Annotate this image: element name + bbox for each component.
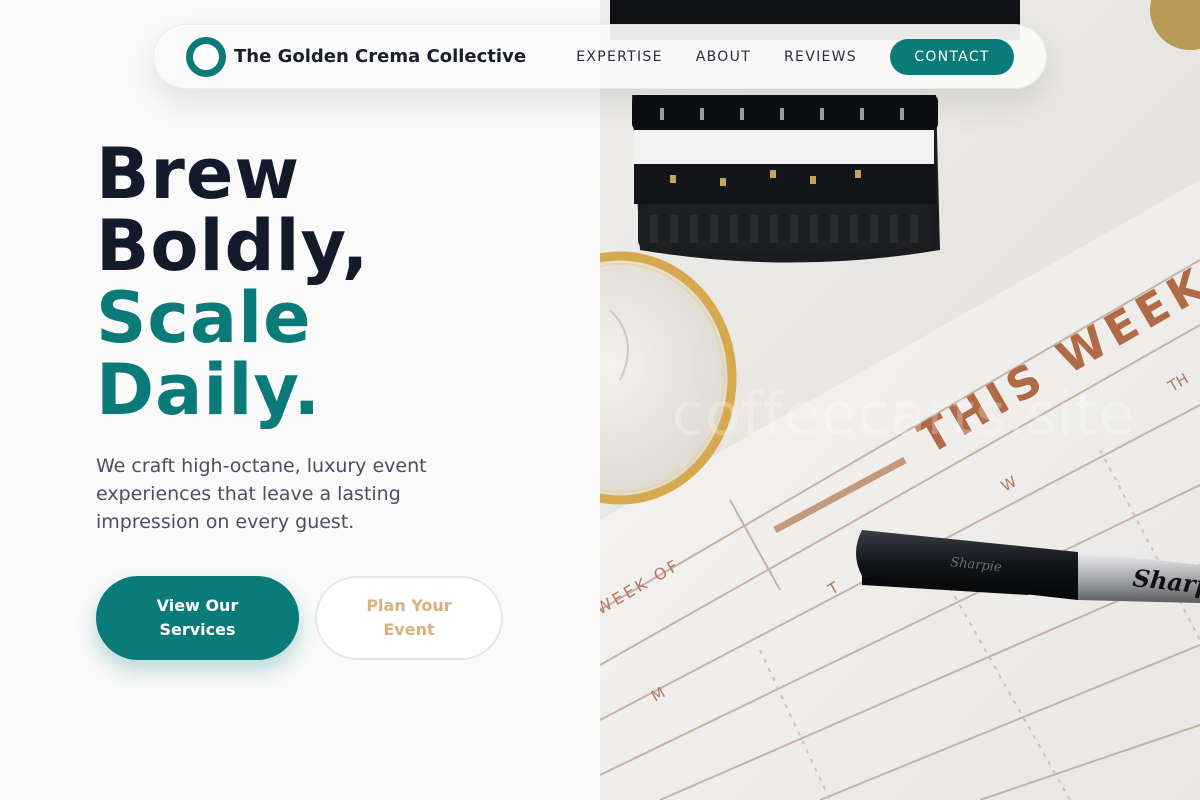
brand-logo-icon[interactable] — [186, 36, 226, 77]
view-services-label: View Our Services — [156, 596, 239, 639]
nav-link-reviews[interactable]: REVIEWS — [784, 49, 857, 65]
hero-title: Brew Boldly, Scale Daily. — [96, 138, 369, 426]
hero-title-line-2: Boldly, — [96, 205, 370, 287]
nav-links: EXPERTISE ABOUT REVIEWS — [576, 49, 857, 65]
nav-link-about[interactable]: ABOUT — [696, 49, 751, 65]
brand-name[interactable]: The Golden Crema Collective — [234, 46, 526, 67]
contact-button[interactable]: CONTACT — [890, 38, 1014, 75]
hero-subtitle: We craft high-octane, luxury event exper… — [96, 455, 427, 533]
hero-title-line-1: Brew — [96, 133, 301, 215]
view-services-button[interactable]: View Our Services — [96, 576, 299, 660]
plan-event-label: Plan Your Event — [366, 596, 452, 639]
planner-paper: THIS WEEK WEEK OF M T W TH — [600, 180, 1200, 800]
plan-event-button[interactable]: Plan Your Event — [315, 576, 503, 660]
top-navbar: The Golden Crema Collective EXPERTISE AB… — [153, 24, 1047, 89]
hero-title-line-4: Daily. — [96, 349, 322, 431]
nav-link-expertise[interactable]: EXPERTISE — [576, 49, 663, 65]
watermark: coffeecarts.site — [672, 380, 1136, 448]
hero-photo: THIS WEEK WEEK OF M T W TH Sharpie Sharp… — [600, 0, 1200, 800]
hero-title-line-3: Scale — [96, 277, 312, 359]
